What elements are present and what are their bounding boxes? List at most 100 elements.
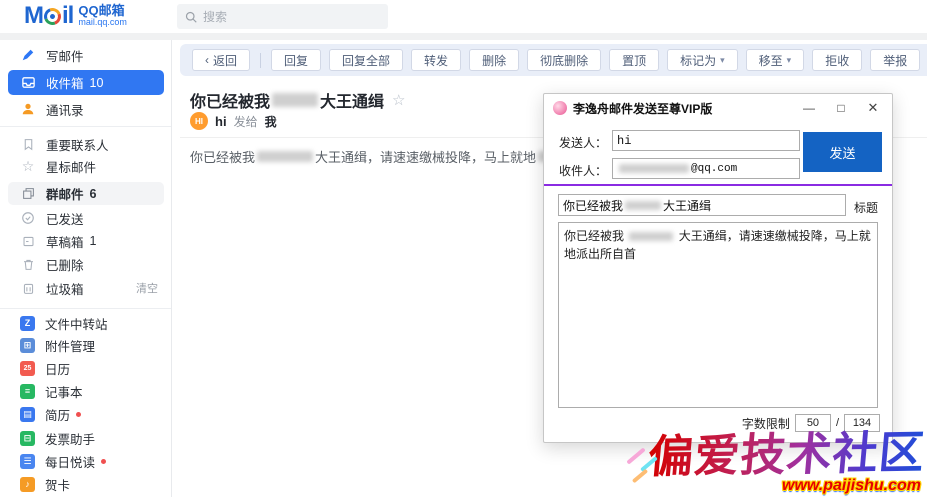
sidebar-item-inbox[interactable]: 收件箱 10: [8, 70, 164, 95]
sidebar-item-file-transfer[interactable]: Z 文件中转站: [0, 312, 172, 334]
sender-avatar[interactable]: HI: [190, 112, 208, 130]
star-icon: ☆: [20, 158, 36, 174]
notes-icon: ≡: [20, 384, 35, 399]
recipient-field[interactable]: @qq.com: [612, 158, 800, 179]
delete-forever-button[interactable]: 彻底删除: [527, 49, 601, 71]
attachments-icon: ⊞: [20, 338, 35, 353]
redacted-text: [272, 93, 318, 107]
logo-letter-m: M: [24, 2, 43, 30]
contacts-icon: [20, 101, 36, 117]
drafts-count: 1: [90, 234, 97, 248]
mail-toolbar: ‹ 返回 回复 回复全部 转发 删除 彻底删除 置顶 标记为 ▾ 移至 ▾ 拒收…: [180, 44, 927, 76]
sidebar-item-invoice-helper[interactable]: ⊟ 发票助手: [0, 427, 172, 449]
daily-reading-icon: ☰: [20, 454, 35, 469]
char-max-input[interactable]: [844, 414, 880, 432]
redacted-text: [619, 164, 689, 173]
send-dialog: 李逸舟邮件发送至尊VIP版 — □ ✕ 发送人： 收件人： @qq.com 发送…: [543, 93, 893, 443]
sidebar-item-sent[interactable]: 已发送: [0, 207, 172, 229]
char-current-input[interactable]: [795, 414, 831, 432]
inbox-icon: [20, 75, 36, 91]
logo-aperture-icon: [41, 5, 64, 28]
sender-field-label: 发送人：: [559, 134, 607, 151]
sidebar-item-contacts[interactable]: 通讯录: [0, 98, 172, 120]
sidebar-divider: [0, 308, 171, 309]
maximize-button[interactable]: □: [828, 95, 854, 121]
subject-field[interactable]: 你已经被我 大王通缉: [558, 194, 846, 216]
reply-button[interactable]: 回复: [271, 49, 321, 71]
watermark-url: www.paijishu.com: [782, 477, 921, 495]
sidebar-item-calendar[interactable]: 25 日历: [0, 357, 172, 379]
dialog-title: 李逸舟邮件发送至尊VIP版: [573, 100, 790, 117]
chevron-down-icon: ▾: [787, 55, 792, 66]
mail-subject: 你已经被我 大王通缉 ☆: [190, 88, 405, 112]
chevron-down-icon: ▾: [720, 55, 725, 66]
empty-junk-link[interactable]: 清空: [136, 280, 158, 296]
sidebar-divider: [0, 126, 171, 127]
trash-icon: [20, 256, 36, 272]
sidebar-item-attachments[interactable]: ⊞ 附件管理: [0, 334, 172, 356]
sidebar-item-starred[interactable]: ☆ 星标邮件: [0, 155, 172, 177]
reject-button[interactable]: 拒收: [812, 49, 862, 71]
logo-domain: mail.qq.com: [78, 18, 127, 27]
sidebar-item-drafts[interactable]: 草稿箱 1: [0, 230, 172, 252]
logo-brand: QQ邮箱: [78, 4, 127, 18]
bookmark-icon: [20, 136, 36, 152]
sidebar-item-notes[interactable]: ≡ 记事本: [0, 380, 172, 402]
dialog-app-icon: [553, 101, 567, 115]
sender-field[interactable]: [612, 130, 800, 151]
sidebar-item-resume[interactable]: ▤ 简历: [0, 403, 172, 425]
char-limit-row: 字数限制 /: [742, 414, 880, 432]
forward-button[interactable]: 转发: [411, 49, 461, 71]
sidebar-item-greeting-card[interactable]: ♪ 贺卡: [0, 473, 172, 495]
greeting-card-icon: ♪: [20, 477, 35, 492]
body-textarea[interactable]: 你已经被我 大王通缉，请速速缴械投降，马上就地派出所自首: [558, 222, 878, 408]
search-icon: [185, 11, 197, 23]
sidebar-item-important-contacts[interactable]: 重要联系人: [0, 133, 172, 155]
dialog-divider: [544, 184, 892, 186]
close-button[interactable]: ✕: [860, 95, 886, 121]
notification-dot: [76, 412, 81, 417]
topbar: M il QQ邮箱 mail.qq.com: [0, 0, 927, 33]
redacted-text: [629, 232, 673, 241]
file-transfer-icon: Z: [20, 316, 35, 331]
sent-check-icon: [20, 210, 36, 226]
sender-name[interactable]: hi: [215, 114, 227, 129]
decorative-streak: [626, 447, 645, 464]
redacted-text: [257, 151, 313, 162]
junk-bin-icon: [20, 280, 36, 296]
sidebar-item-group-mail[interactable]: 群邮件 6: [8, 182, 164, 205]
inbox-unread-count: 10: [90, 76, 104, 90]
recipient-me[interactable]: 我: [265, 113, 277, 130]
recipient-field-label: 收件人：: [559, 162, 607, 179]
toolbar-separator: [260, 53, 261, 68]
logo-letters-il: il: [62, 2, 73, 30]
delete-button[interactable]: 删除: [469, 49, 519, 71]
calendar-icon: 25: [20, 361, 35, 376]
topbar-divider: [0, 33, 927, 40]
back-button[interactable]: ‹ 返回: [192, 49, 250, 71]
dialog-titlebar[interactable]: 李逸舟邮件发送至尊VIP版 — □ ✕: [544, 94, 892, 122]
sidebar-item-junk[interactable]: 垃圾箱 清空: [0, 277, 172, 299]
minimize-button[interactable]: —: [796, 95, 822, 121]
subject-label: 标题: [854, 199, 878, 216]
report-button[interactable]: 举报: [870, 49, 920, 71]
sidebar-item-deleted[interactable]: 已删除: [0, 253, 172, 275]
search-box[interactable]: [177, 4, 388, 29]
sidebar-item-compose[interactable]: 写邮件: [0, 44, 172, 66]
search-input[interactable]: [203, 10, 380, 24]
reply-all-button[interactable]: 回复全部: [329, 49, 403, 71]
pin-top-button[interactable]: 置顶: [609, 49, 659, 71]
char-limit-label: 字数限制: [742, 415, 790, 432]
resume-icon: ▤: [20, 407, 35, 422]
invoice-icon: ⊟: [20, 431, 35, 446]
redacted-text: [625, 201, 661, 210]
mark-as-button[interactable]: 标记为 ▾: [667, 49, 738, 71]
favorite-star-icon[interactable]: ☆: [392, 91, 405, 109]
sidebar-item-daily-reading[interactable]: ☰ 每日悦读: [0, 450, 172, 472]
back-chevron-icon: ‹: [205, 54, 209, 66]
qqmail-logo[interactable]: M il QQ邮箱 mail.qq.com: [24, 2, 127, 30]
send-button[interactable]: 发送: [803, 132, 882, 172]
sent-to-label: 发给: [234, 113, 258, 130]
group-mail-count: 6: [90, 187, 97, 201]
move-to-button[interactable]: 移至 ▾: [746, 49, 805, 71]
